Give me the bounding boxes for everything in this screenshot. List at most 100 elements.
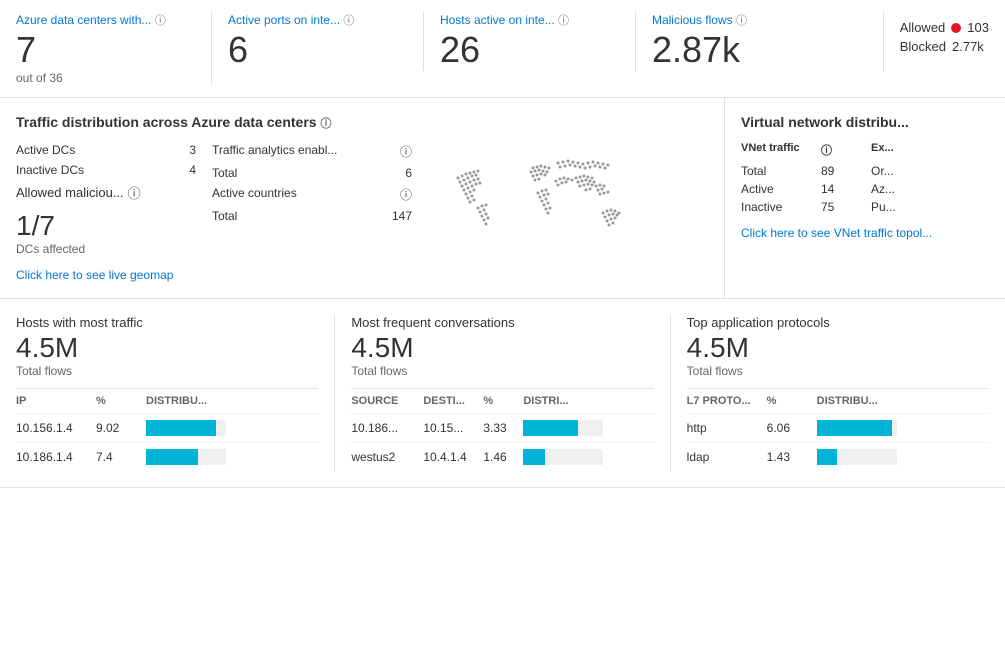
hosts-pct-2: 7.4 [96,450,146,464]
active-ports-value: 6 [228,28,407,71]
traffic-section-info-icon[interactable]: ⓘ [320,118,331,130]
vnet-total-extra: Or... [871,164,989,178]
conv-col-pct-header: % [483,395,523,407]
vnet-row-active: Active 14 Az... [741,182,989,196]
inactive-dcs-row: Inactive DCs 4 [16,163,196,177]
azure-dc-info-icon[interactable]: ⓘ [155,15,166,27]
conv-src-2: westus2 [351,450,423,464]
active-countries-row: Active countries ⓘ [212,186,412,203]
proto-col-proto-header: L7 PROTO... [687,395,767,407]
vnet-table-header: VNet traffic ⓘ Ex... [741,142,989,158]
top-metrics-bar: Azure data centers with... ⓘ 7 out of 36… [0,0,1005,98]
vnet-active-label: Active [741,182,821,196]
vnet-col1-header: VNet traffic [741,142,821,158]
traffic-analytics-stats: Traffic analytics enabl... ⓘ Total 6 Act… [212,143,412,282]
conv-bar-container-1 [523,420,603,436]
conversations-table-header: SOURCE DESTI... % DISTRI... [351,388,653,413]
active-ports-info-icon[interactable]: ⓘ [343,15,354,27]
allowed-malicious-info-icon[interactable]: ⓘ [128,183,141,202]
geomap-link[interactable]: Click here to see live geomap [16,268,196,282]
vnet-total-value: 89 [821,164,871,178]
conv-row-1: 10.186... 10.15... 3.33 [351,413,653,442]
proto-row-1: http 6.06 [687,413,989,442]
vnet-section: Virtual network distribu... VNet traffic… [725,98,1005,298]
hosts-bar-1 [146,420,318,436]
traffic-section-title: Traffic distribution across Azure data c… [16,114,708,131]
allowed-malicious-row: Allowed maliciou... ⓘ [16,183,196,202]
active-ports-label[interactable]: Active ports on inte... ⓘ [228,12,407,28]
conv-col-dst-header: DESTI... [423,395,483,407]
traffic-distribution-section: Traffic distribution across Azure data c… [0,98,725,298]
conv-pct-2: 1.46 [483,450,523,464]
active-dcs-row: Active DCs 3 [16,143,196,157]
hosts-bar-fill-2 [146,449,198,465]
conv-row-2: westus2 10.4.1.4 1.46 [351,442,653,471]
malicious-flows-value: 2.87k [652,28,867,71]
allowed-dot-icon [951,23,961,33]
conv-col-dist-header: DISTRI... [523,395,653,407]
bottom-panels: Hosts with most traffic 4.5M Total flows… [0,299,1005,488]
malicious-flows-metric: Malicious flows ⓘ 2.87k [652,12,884,71]
proto-name-2: ldap [687,450,767,464]
proto-pct-1: 6.06 [767,421,817,435]
vnet-section-title: Virtual network distribu... [741,114,989,130]
hosts-col-ip-header: IP [16,395,96,407]
world-map-container [428,143,708,282]
hosts-panel-title: Hosts with most traffic [16,315,318,330]
dcs-affected-label: DCs affected [16,242,196,256]
vnet-row-inactive: Inactive 75 Pu... [741,200,989,214]
conv-col-src-header: SOURCE [351,395,423,407]
conv-dst-1: 10.15... [423,421,483,435]
vnet-active-extra: Az... [871,182,989,196]
protocols-panel-sub: Total flows [687,364,989,378]
hosts-bar-fill-1 [146,420,216,436]
vnet-row-total: Total 89 Or... [741,164,989,178]
proto-name-1: http [687,421,767,435]
blocked-value: 2.77k [952,39,984,54]
hosts-row-1: 10.156.1.4 9.02 [16,413,318,442]
allowed-row: Allowed 103 [900,20,989,35]
hosts-active-label[interactable]: Hosts active on inte... ⓘ [440,12,619,28]
proto-bar-container-1 [817,420,897,436]
conv-bar-fill-2 [523,449,545,465]
analytics-info-icon[interactable]: ⓘ [400,143,412,160]
proto-bar-fill-2 [817,449,837,465]
protocols-panel-title: Top application protocols [687,315,989,330]
middle-sections: Traffic distribution across Azure data c… [0,98,1005,299]
conversations-panel-title: Most frequent conversations [351,315,653,330]
protocols-panel-value: 4.5M [687,332,989,364]
hosts-panel: Hosts with most traffic 4.5M Total flows… [16,315,335,471]
vnet-inactive-extra: Pu... [871,200,989,214]
hosts-bar-container-2 [146,449,226,465]
conv-bar-container-2 [523,449,603,465]
malicious-flows-info-icon[interactable]: ⓘ [736,15,747,27]
active-countries-info-icon[interactable]: ⓘ [400,186,412,203]
proto-bar-fill-1 [817,420,892,436]
azure-dc-metric: Azure data centers with... ⓘ 7 out of 36 [16,12,212,85]
vnet-inactive-label: Inactive [741,200,821,214]
vnet-info-icon[interactable]: ⓘ [821,145,832,157]
blocked-label: Blocked [900,39,946,54]
hosts-panel-value: 4.5M [16,332,318,364]
vnet-total-label: Total [741,164,821,178]
allowed-value: 103 [967,20,989,35]
vnet-topology-link[interactable]: Click here to see VNet traffic topol... [741,226,989,240]
azure-dc-label[interactable]: Azure data centers with... ⓘ [16,12,195,28]
fraction-value: 1/7 [16,210,196,242]
hosts-row-2: 10.186.1.4 7.4 [16,442,318,471]
hosts-bar-2 [146,449,318,465]
conv-dst-2: 10.4.1.4 [423,450,483,464]
conv-bar-fill-1 [523,420,578,436]
conv-bar-1 [523,420,653,436]
analytics-label-row: Traffic analytics enabl... ⓘ [212,143,412,160]
world-map-svg [428,143,648,273]
vnet-active-value: 14 [821,182,871,196]
hosts-active-info-icon[interactable]: ⓘ [558,15,569,27]
proto-bar-1 [817,420,989,436]
protocols-table-header: L7 PROTO... % DISTRIBU... [687,388,989,413]
conv-pct-1: 3.33 [483,421,523,435]
hosts-panel-sub: Total flows [16,364,318,378]
hosts-ip-2: 10.186.1.4 [16,450,96,464]
countries-total-row: Total 147 [212,209,412,223]
malicious-flows-label[interactable]: Malicious flows ⓘ [652,12,867,28]
